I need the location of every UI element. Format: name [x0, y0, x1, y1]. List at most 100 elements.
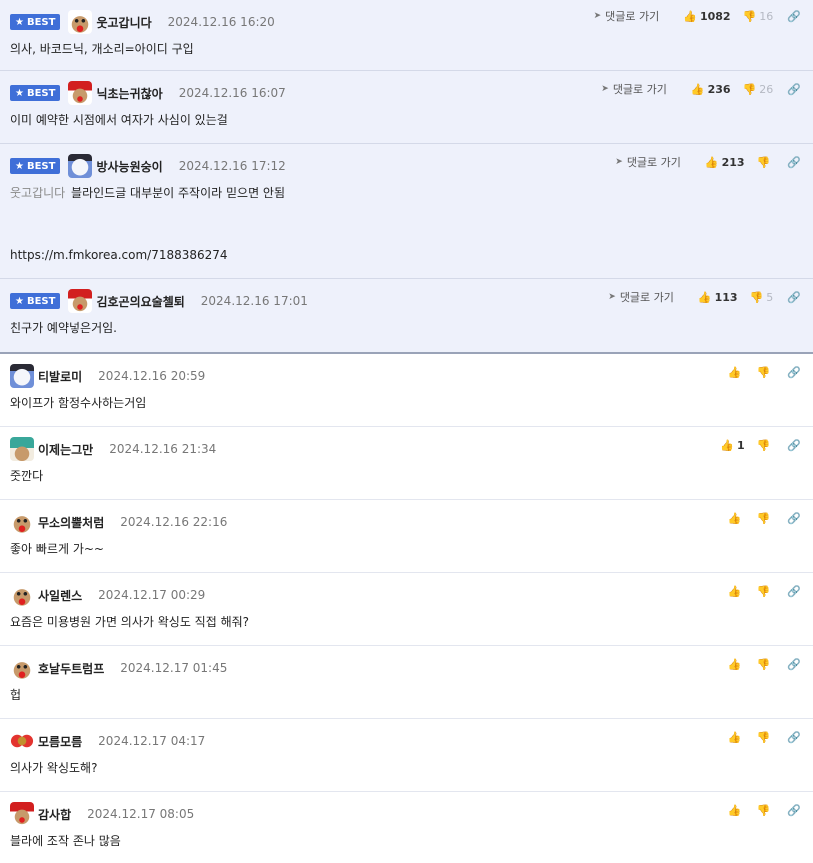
upvote-button[interactable]: 👍: [728, 804, 745, 817]
upvote-button[interactable]: 👍: [728, 731, 745, 744]
avatar[interactable]: [10, 583, 34, 607]
comment-text: 친구가 예약넣은거임.: [10, 321, 117, 335]
reply-link[interactable]: ➤ 댓글로 가기: [608, 289, 674, 305]
upvote-button[interactable]: 👍 1: [720, 439, 744, 452]
avatar[interactable]: [10, 364, 34, 388]
author-nickname[interactable]: 방사능원숭이: [96, 158, 162, 175]
comment-actions: 👍 👎 🔗: [716, 658, 801, 671]
comment-actions: ➤ 댓글로 가기 👍 236 👎 26 🔗: [601, 81, 801, 97]
avatar[interactable]: [10, 656, 34, 680]
comment-actions: ➤ 댓글로 가기 👍 213 👎 🔗: [615, 154, 801, 170]
comment-date: 2024.12.16 17:01: [200, 294, 308, 308]
author-nickname[interactable]: 김호곤의요술첼퇴: [96, 293, 184, 310]
downvote-button[interactable]: 👎: [757, 658, 774, 671]
reply-link[interactable]: ➤ 댓글로 가기: [594, 8, 660, 24]
thumbs-down-icon: 👎: [742, 82, 757, 96]
thumbs-down-icon: 👎: [756, 731, 771, 744]
permalink-button[interactable]: 🔗: [787, 83, 801, 96]
comment-date: 2024.12.17 01:45: [120, 661, 228, 675]
link-icon: 🔗: [787, 439, 801, 452]
comment-text: 의사, 바코드닉, 개소리=아이디 구입: [10, 42, 194, 56]
permalink-button[interactable]: 🔗: [787, 291, 801, 304]
comment-date: 2024.12.16 17:12: [178, 159, 286, 173]
comment: 티발로미 2024.12.16 20:59 👍 👎 🔗 와이프가 함정수사하는거…: [0, 354, 813, 427]
comment-date: 2024.12.16 16:07: [178, 86, 286, 100]
downvote-button[interactable]: 👎 5: [750, 291, 774, 304]
comment-actions: 👍 👎 🔗: [716, 804, 801, 817]
downvote-button[interactable]: 👎: [757, 439, 774, 452]
comment-text: 헙: [10, 688, 22, 702]
reply-link[interactable]: ➤ 댓글로 가기: [601, 81, 667, 97]
permalink-button[interactable]: 🔗: [787, 731, 801, 744]
author-nickname[interactable]: 웃고갑니다: [96, 14, 151, 31]
permalink-button[interactable]: 🔗: [787, 156, 801, 169]
thumbs-up-icon: 👍: [727, 658, 742, 671]
upvote-button[interactable]: 👍 1082: [683, 10, 730, 23]
comment-link[interactable]: https://m.fmkorea.com/7188386274: [10, 246, 803, 264]
comment-text: 줏깐다: [10, 469, 44, 483]
best-comment: ★ BEST 웃고갑니다 2024.12.16 16:20 ➤ 댓글로 가기 👍 10…: [0, 0, 813, 71]
thumbs-down-icon: 👎: [742, 9, 757, 23]
comment-text: 의사가 왁싱도해?: [10, 761, 98, 775]
upvote-button[interactable]: 👍: [728, 585, 745, 598]
star-icon: ★: [15, 16, 24, 28]
thumbs-down-icon: 👎: [756, 512, 771, 525]
reply-target[interactable]: 웃고갑니다: [10, 186, 65, 200]
comment-body: 블라인드글 대부분이 주작이라 믿으면 안됨: [71, 186, 286, 200]
upvote-button[interactable]: 👍: [728, 512, 745, 525]
downvote-button[interactable]: 👎 16: [743, 10, 774, 23]
comment: 이제는그만 2024.12.16 21:34 👍 1 👎 🔗 줏깐다: [0, 427, 813, 500]
author-nickname[interactable]: 이제는그만: [38, 441, 93, 458]
reply-arrow-icon: ➤: [615, 157, 623, 167]
upvote-button[interactable]: 👍: [728, 366, 745, 379]
downvote-button[interactable]: 👎: [757, 156, 774, 169]
comment-date: 2024.12.16 22:16: [120, 515, 228, 529]
thumbs-up-icon: 👍: [697, 290, 712, 304]
permalink-button[interactable]: 🔗: [787, 366, 801, 379]
author-nickname[interactable]: 모름모름: [38, 733, 82, 750]
best-comment: ★ BEST 김호곤의요술첼퇴 2024.12.16 17:01 ➤ 댓글로 가기 …: [0, 279, 813, 354]
downvote-button[interactable]: 👎: [757, 366, 774, 379]
avatar[interactable]: [68, 289, 93, 313]
upvote-button[interactable]: 👍 236: [691, 83, 731, 96]
avatar[interactable]: [10, 510, 34, 534]
avatar[interactable]: [68, 10, 93, 34]
reply-link[interactable]: ➤ 댓글로 가기: [615, 154, 681, 170]
upvote-button[interactable]: 👍 213: [705, 156, 745, 169]
upvote-button[interactable]: 👍: [728, 658, 745, 671]
author-nickname[interactable]: 감사합: [38, 806, 71, 823]
author-nickname[interactable]: 사일렌스: [38, 587, 82, 604]
comment-text: 블라에 조작 존나 많음: [10, 834, 121, 848]
thumbs-up-icon: 👍: [727, 366, 742, 379]
comment-text: 웃고갑니다 블라인드글 대부분이 주작이라 믿으면 안됨: [10, 184, 803, 202]
permalink-button[interactable]: 🔗: [787, 658, 801, 671]
author-nickname[interactable]: 닉초는귀찮아: [96, 85, 162, 102]
comment: 모름모름 2024.12.17 04:17 👍 👎 🔗 의사가 왁싱도해?: [0, 719, 813, 792]
permalink-button[interactable]: 🔗: [787, 10, 801, 23]
author-nickname[interactable]: 호날두트럼프: [38, 660, 104, 677]
upvote-button[interactable]: 👍 113: [698, 291, 738, 304]
thumbs-up-icon: 👍: [720, 439, 734, 452]
author-nickname[interactable]: 티발로미: [38, 368, 82, 385]
downvote-button[interactable]: 👎 26: [743, 83, 774, 96]
comment-date: 2024.12.16 21:34: [109, 442, 217, 456]
comment-date: 2024.12.17 04:17: [98, 734, 206, 748]
thumbs-down-icon: 👎: [756, 585, 771, 598]
downvote-button[interactable]: 👎: [757, 804, 774, 817]
avatar[interactable]: [68, 154, 93, 178]
avatar[interactable]: [10, 437, 34, 461]
permalink-button[interactable]: 🔗: [787, 804, 801, 817]
best-comment: ★ BEST 방사능원숭이 2024.12.16 17:12 ➤ 댓글로 가기 👍 2…: [0, 144, 813, 279]
permalink-button[interactable]: 🔗: [787, 439, 801, 452]
best-badge: ★ BEST: [10, 14, 61, 30]
downvote-button[interactable]: 👎: [757, 731, 774, 744]
permalink-button[interactable]: 🔗: [787, 585, 801, 598]
downvote-button[interactable]: 👎: [757, 512, 774, 525]
star-icon: ★: [15, 295, 24, 307]
avatar[interactable]: [10, 729, 34, 753]
avatar[interactable]: [10, 802, 34, 826]
avatar[interactable]: [68, 81, 93, 105]
downvote-button[interactable]: 👎: [757, 585, 774, 598]
permalink-button[interactable]: 🔗: [787, 512, 801, 525]
author-nickname[interactable]: 무소의뿔처럼: [38, 514, 104, 531]
